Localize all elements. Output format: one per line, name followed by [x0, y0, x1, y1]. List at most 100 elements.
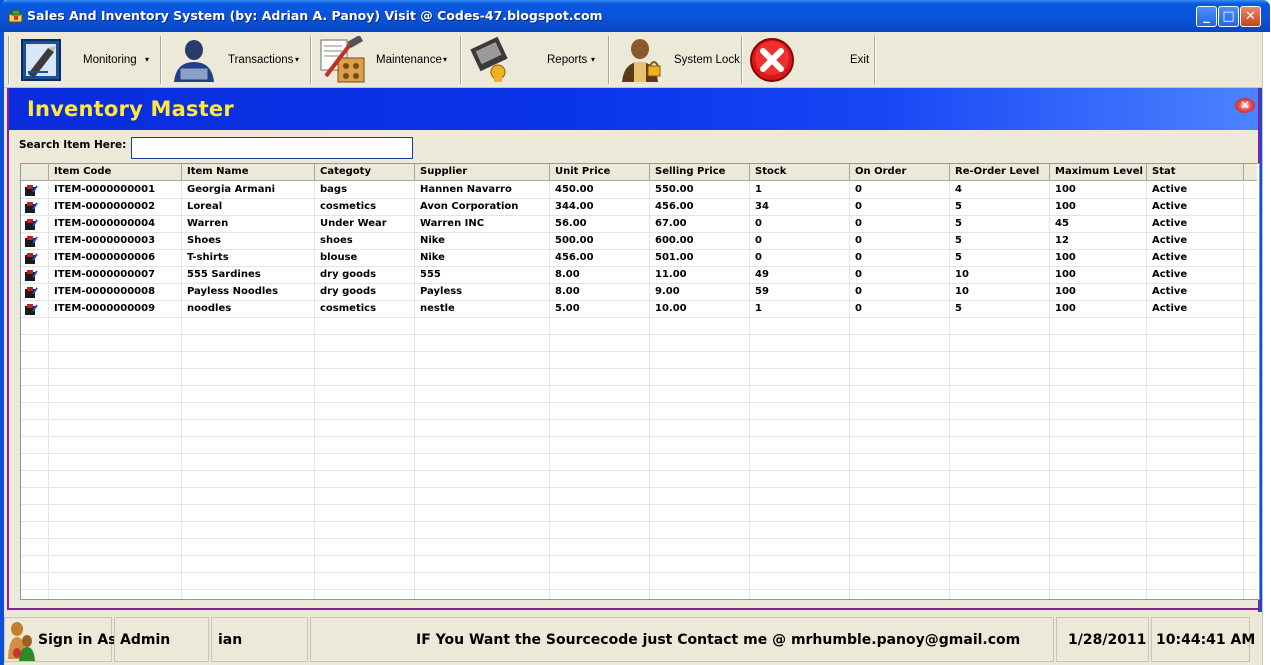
table-cell[interactable]: Payless Noodles — [182, 284, 315, 301]
exit-button[interactable]: Exit — [745, 34, 873, 86]
table-cell[interactable] — [49, 539, 182, 556]
column-header[interactable]: Stock — [750, 164, 850, 181]
column-header[interactable]: Selling Price — [650, 164, 750, 181]
table-cell[interactable]: 5 — [950, 199, 1050, 216]
table-cell[interactable] — [550, 335, 650, 352]
row-selector-cell[interactable] — [21, 590, 49, 599]
row-selector-cell[interactable] — [21, 488, 49, 505]
table-cell[interactable] — [950, 420, 1050, 437]
table-cell[interactable] — [850, 556, 950, 573]
table-cell[interactable]: 501.00 — [650, 250, 750, 267]
table-cell[interactable]: cosmetics — [315, 199, 415, 216]
table-cell[interactable]: Loreal — [182, 199, 315, 216]
column-header[interactable]: Item Name — [182, 164, 315, 181]
table-cell[interactable]: 5 — [950, 216, 1050, 233]
table-cell[interactable] — [315, 573, 415, 590]
table-row[interactable]: ITEM-0000000009 noodles cosmetics nestle 5.0… — [21, 301, 1257, 318]
table-cell[interactable]: 4 — [950, 182, 1050, 199]
table-cell[interactable] — [1050, 505, 1147, 522]
table-cell[interactable]: 5 — [950, 250, 1050, 267]
table-cell[interactable] — [315, 437, 415, 454]
table-row[interactable] — [21, 318, 1257, 335]
table-cell[interactable] — [750, 437, 850, 454]
table-cell[interactable] — [550, 369, 650, 386]
table-cell[interactable] — [315, 505, 415, 522]
table-cell[interactable] — [1147, 505, 1244, 522]
table-cell[interactable] — [750, 420, 850, 437]
table-cell[interactable] — [750, 369, 850, 386]
table-cell[interactable] — [1147, 522, 1244, 539]
table-cell[interactable]: 555 — [415, 267, 550, 284]
table-cell[interactable]: 344.00 — [550, 199, 650, 216]
table-cell[interactable] — [950, 454, 1050, 471]
row-selector-cell[interactable] — [21, 233, 49, 250]
table-cell[interactable]: dry goods — [315, 284, 415, 301]
table-cell[interactable]: 450.00 — [550, 182, 650, 199]
table-cell[interactable] — [1050, 352, 1147, 369]
table-cell[interactable] — [315, 386, 415, 403]
close-button[interactable]: ✕ — [1240, 6, 1261, 27]
table-cell[interactable] — [1147, 471, 1244, 488]
table-cell[interactable]: 555 Sardines — [182, 267, 315, 284]
table-cell[interactable] — [550, 522, 650, 539]
table-cell[interactable] — [49, 454, 182, 471]
form-close-button[interactable]: ✕ — [1235, 98, 1255, 113]
monitoring-menu-button[interactable]: Monitoring ▾ — [12, 34, 158, 86]
table-cell[interactable] — [750, 454, 850, 471]
table-cell[interactable] — [182, 573, 315, 590]
row-selector-cell[interactable] — [21, 522, 49, 539]
table-cell[interactable] — [1050, 556, 1147, 573]
table-cell[interactable] — [315, 556, 415, 573]
row-selector-cell[interactable] — [21, 250, 49, 267]
table-row[interactable] — [21, 437, 1257, 454]
table-cell[interactable] — [1050, 488, 1147, 505]
table-cell[interactable]: 56.00 — [550, 216, 650, 233]
table-cell[interactable] — [182, 318, 315, 335]
table-cell[interactable] — [49, 522, 182, 539]
table-cell[interactable] — [850, 522, 950, 539]
table-cell[interactable] — [1050, 386, 1147, 403]
table-cell[interactable] — [315, 488, 415, 505]
table-cell[interactable] — [415, 556, 550, 573]
table-cell[interactable]: 0 — [850, 301, 950, 318]
table-cell[interactable] — [182, 522, 315, 539]
table-cell[interactable] — [1050, 437, 1147, 454]
table-cell[interactable] — [950, 318, 1050, 335]
table-cell[interactable] — [49, 386, 182, 403]
table-cell[interactable] — [49, 471, 182, 488]
table-cell[interactable]: 5 — [950, 301, 1050, 318]
table-cell[interactable] — [182, 437, 315, 454]
table-cell[interactable]: Nike — [415, 233, 550, 250]
table-cell[interactable]: ITEM-0000000001 — [49, 182, 182, 199]
table-cell[interactable] — [550, 488, 650, 505]
table-cell[interactable] — [1147, 403, 1244, 420]
table-cell[interactable] — [650, 318, 750, 335]
table-cell[interactable]: Active — [1147, 284, 1244, 301]
table-cell[interactable] — [850, 420, 950, 437]
table-cell[interactable] — [850, 539, 950, 556]
table-row[interactable] — [21, 488, 1257, 505]
row-selector-cell[interactable] — [21, 420, 49, 437]
table-cell[interactable]: 0 — [750, 216, 850, 233]
table-cell[interactable]: 8.00 — [550, 284, 650, 301]
table-cell[interactable] — [49, 318, 182, 335]
table-row[interactable]: ITEM-0000000006 T-shirts blouse Nike 456.00 5… — [21, 250, 1257, 267]
table-cell[interactable]: 34 — [750, 199, 850, 216]
row-selector-cell[interactable] — [21, 284, 49, 301]
table-cell[interactable]: ITEM-0000000008 — [49, 284, 182, 301]
table-cell[interactable] — [850, 471, 950, 488]
table-cell[interactable] — [650, 369, 750, 386]
table-cell[interactable]: T-shirts — [182, 250, 315, 267]
table-cell[interactable] — [950, 539, 1050, 556]
table-cell[interactable]: shoes — [315, 233, 415, 250]
table-row[interactable] — [21, 471, 1257, 488]
table-cell[interactable] — [750, 352, 850, 369]
table-cell[interactable] — [1147, 539, 1244, 556]
table-cell[interactable]: Active — [1147, 216, 1244, 233]
table-cell[interactable]: noodles — [182, 301, 315, 318]
table-cell[interactable]: 0 — [850, 182, 950, 199]
table-cell[interactable] — [550, 403, 650, 420]
table-cell[interactable] — [182, 471, 315, 488]
table-cell[interactable] — [750, 318, 850, 335]
table-cell[interactable] — [950, 573, 1050, 590]
